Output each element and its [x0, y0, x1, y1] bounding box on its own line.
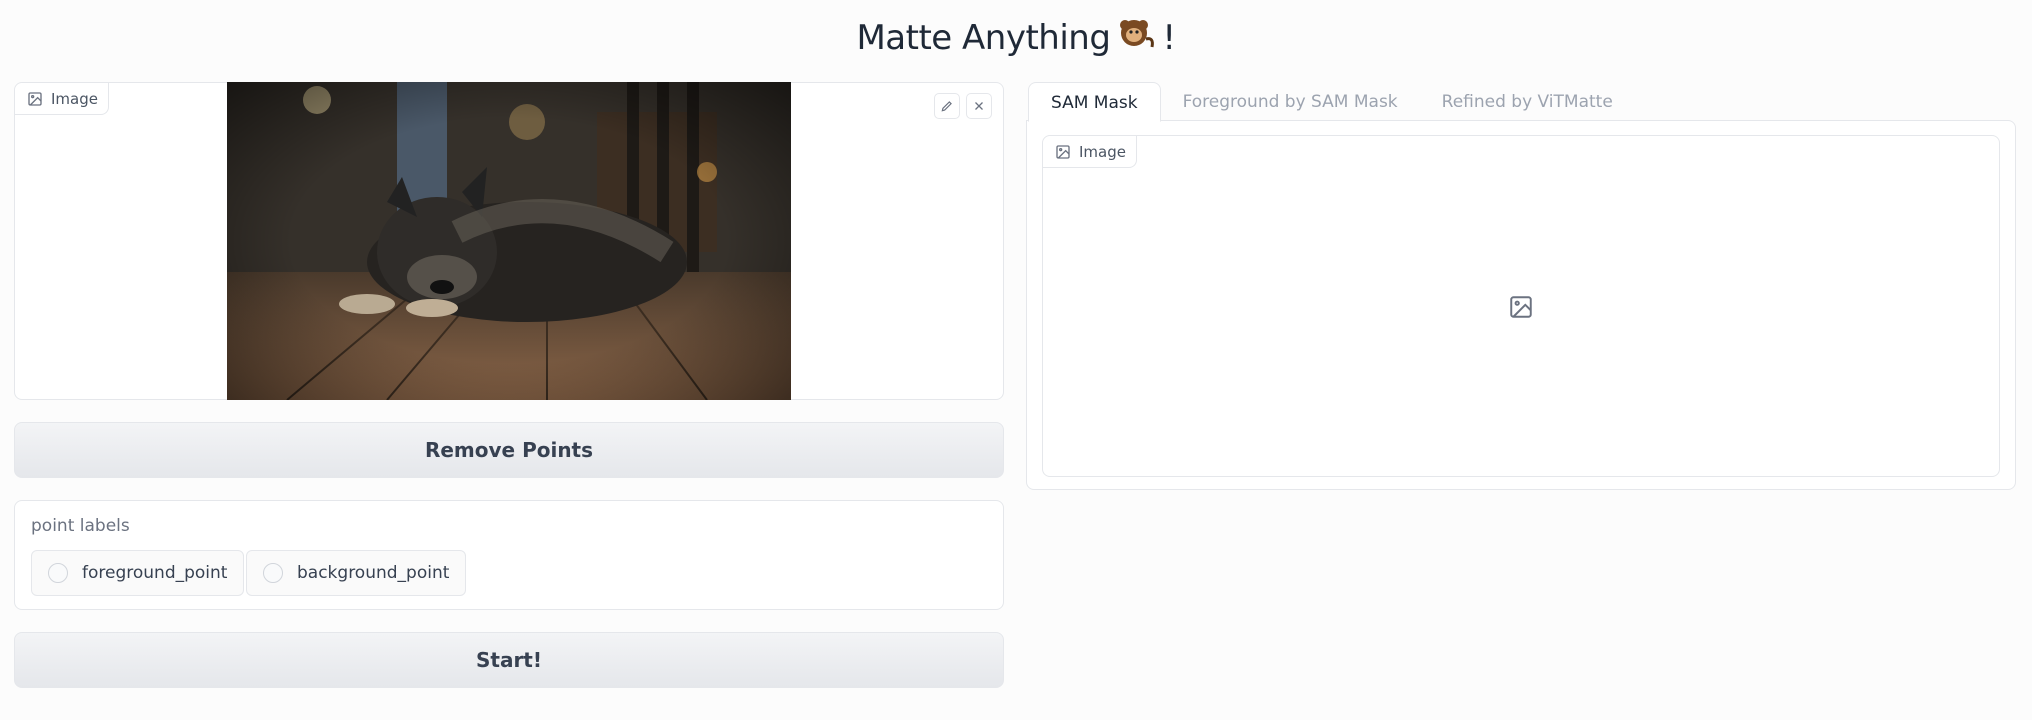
image-label: Image: [51, 89, 98, 108]
image-label-chip: Image: [15, 83, 109, 115]
page-title-text: Matte Anything: [856, 18, 1111, 58]
radio-foreground-point[interactable]: foreground_point: [31, 550, 245, 596]
image-placeholder-icon: [1510, 296, 1532, 318]
uploaded-dog-image[interactable]: [227, 82, 791, 400]
output-image-label: Image: [1079, 142, 1126, 161]
image-icon: [1056, 144, 1070, 159]
point-labels-label: point labels: [31, 516, 130, 536]
close-icon: [975, 102, 983, 110]
output-image-label-chip: Image: [1043, 136, 1137, 168]
monkey-emoji-icon: [1116, 11, 1156, 68]
page-title-suffix: !: [1162, 18, 1176, 58]
radio-button-icon[interactable]: [263, 563, 283, 583]
start-button[interactable]: Start!: [14, 632, 1004, 688]
pencil-icon: [941, 101, 952, 112]
tab-refined-by-vitmatte[interactable]: Refined by ViTMatte: [1420, 82, 1635, 122]
remove-points-button[interactable]: Remove Points: [14, 422, 1004, 478]
radio-background-label: background_point: [297, 563, 450, 583]
output-tabs: SAM Mask Foreground by SAM Mask Refined …: [1028, 82, 1635, 122]
image-icon: [28, 91, 42, 106]
radio-background-point[interactable]: background_point: [246, 550, 467, 596]
edit-image-button[interactable]: [934, 93, 960, 119]
radio-button-icon[interactable]: [48, 563, 68, 583]
tab-foreground-by-sam-mask[interactable]: Foreground by SAM Mask: [1161, 82, 1420, 122]
page-title: Matte Anything!: [0, 10, 2032, 66]
tab-sam-mask[interactable]: SAM Mask: [1028, 82, 1161, 122]
radio-foreground-label: foreground_point: [82, 563, 228, 583]
clear-image-button[interactable]: [966, 93, 992, 119]
